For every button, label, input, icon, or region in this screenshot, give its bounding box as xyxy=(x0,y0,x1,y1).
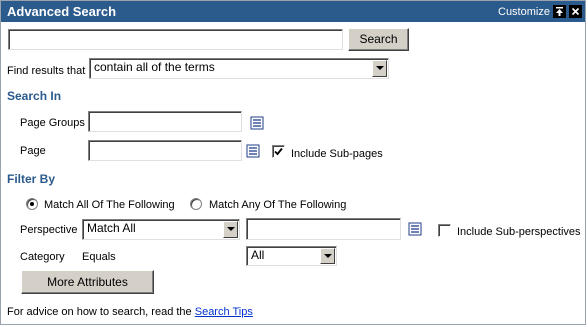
perspective-label: Perspective xyxy=(20,224,78,236)
category-select[interactable]: All xyxy=(246,246,337,266)
chevron-down-icon[interactable] xyxy=(223,221,238,238)
match-any-label: Match Any Of The Following xyxy=(209,199,347,211)
find-results-select[interactable]: contain all of the terms xyxy=(89,58,389,79)
filter-by-heading: Filter By xyxy=(7,172,56,186)
perspective-input[interactable] xyxy=(246,218,401,240)
search-advice-text: For advice on how to search, read the Se… xyxy=(7,306,253,318)
list-picker-icon[interactable] xyxy=(246,144,260,158)
pin-top-icon[interactable] xyxy=(553,5,566,18)
page-groups-input[interactable] xyxy=(88,111,242,132)
chevron-down-icon[interactable] xyxy=(320,248,335,264)
title-bar: Advanced Search Customize xyxy=(1,1,585,22)
search-tips-link[interactable]: Search Tips xyxy=(195,306,253,318)
match-all-label: Match All Of The Following xyxy=(44,199,175,211)
checkmark-icon xyxy=(274,147,283,156)
chevron-down-icon[interactable] xyxy=(372,60,387,77)
close-icon[interactable] xyxy=(569,5,582,18)
page-groups-label: Page Groups xyxy=(20,117,85,129)
find-results-label: Find results that xyxy=(7,65,86,77)
more-attributes-button[interactable]: More Attributes xyxy=(21,270,154,294)
page-input[interactable] xyxy=(88,140,242,161)
include-subperspectives-checkbox[interactable] xyxy=(438,224,451,237)
perspective-select[interactable]: Match All xyxy=(82,219,240,240)
match-any-radio[interactable] xyxy=(190,198,202,210)
customize-link[interactable]: Customize xyxy=(498,6,550,18)
list-picker-icon[interactable] xyxy=(408,222,422,236)
category-operator: Equals xyxy=(82,251,116,263)
advanced-search-panel: Advanced Search Customize Search Find re… xyxy=(0,0,586,325)
include-subperspectives-label: Include Sub-perspectives xyxy=(457,226,581,238)
category-label: Category xyxy=(20,251,65,263)
include-subpages-label: Include Sub-pages xyxy=(291,148,383,160)
search-button[interactable]: Search xyxy=(348,28,409,51)
search-in-heading: Search In xyxy=(7,89,62,103)
include-subpages-checkbox[interactable] xyxy=(272,145,285,158)
search-input[interactable] xyxy=(8,29,343,50)
match-all-radio[interactable] xyxy=(26,198,38,210)
list-picker-icon[interactable] xyxy=(250,116,264,130)
page-label: Page xyxy=(20,145,46,157)
panel-title: Advanced Search xyxy=(7,4,117,19)
